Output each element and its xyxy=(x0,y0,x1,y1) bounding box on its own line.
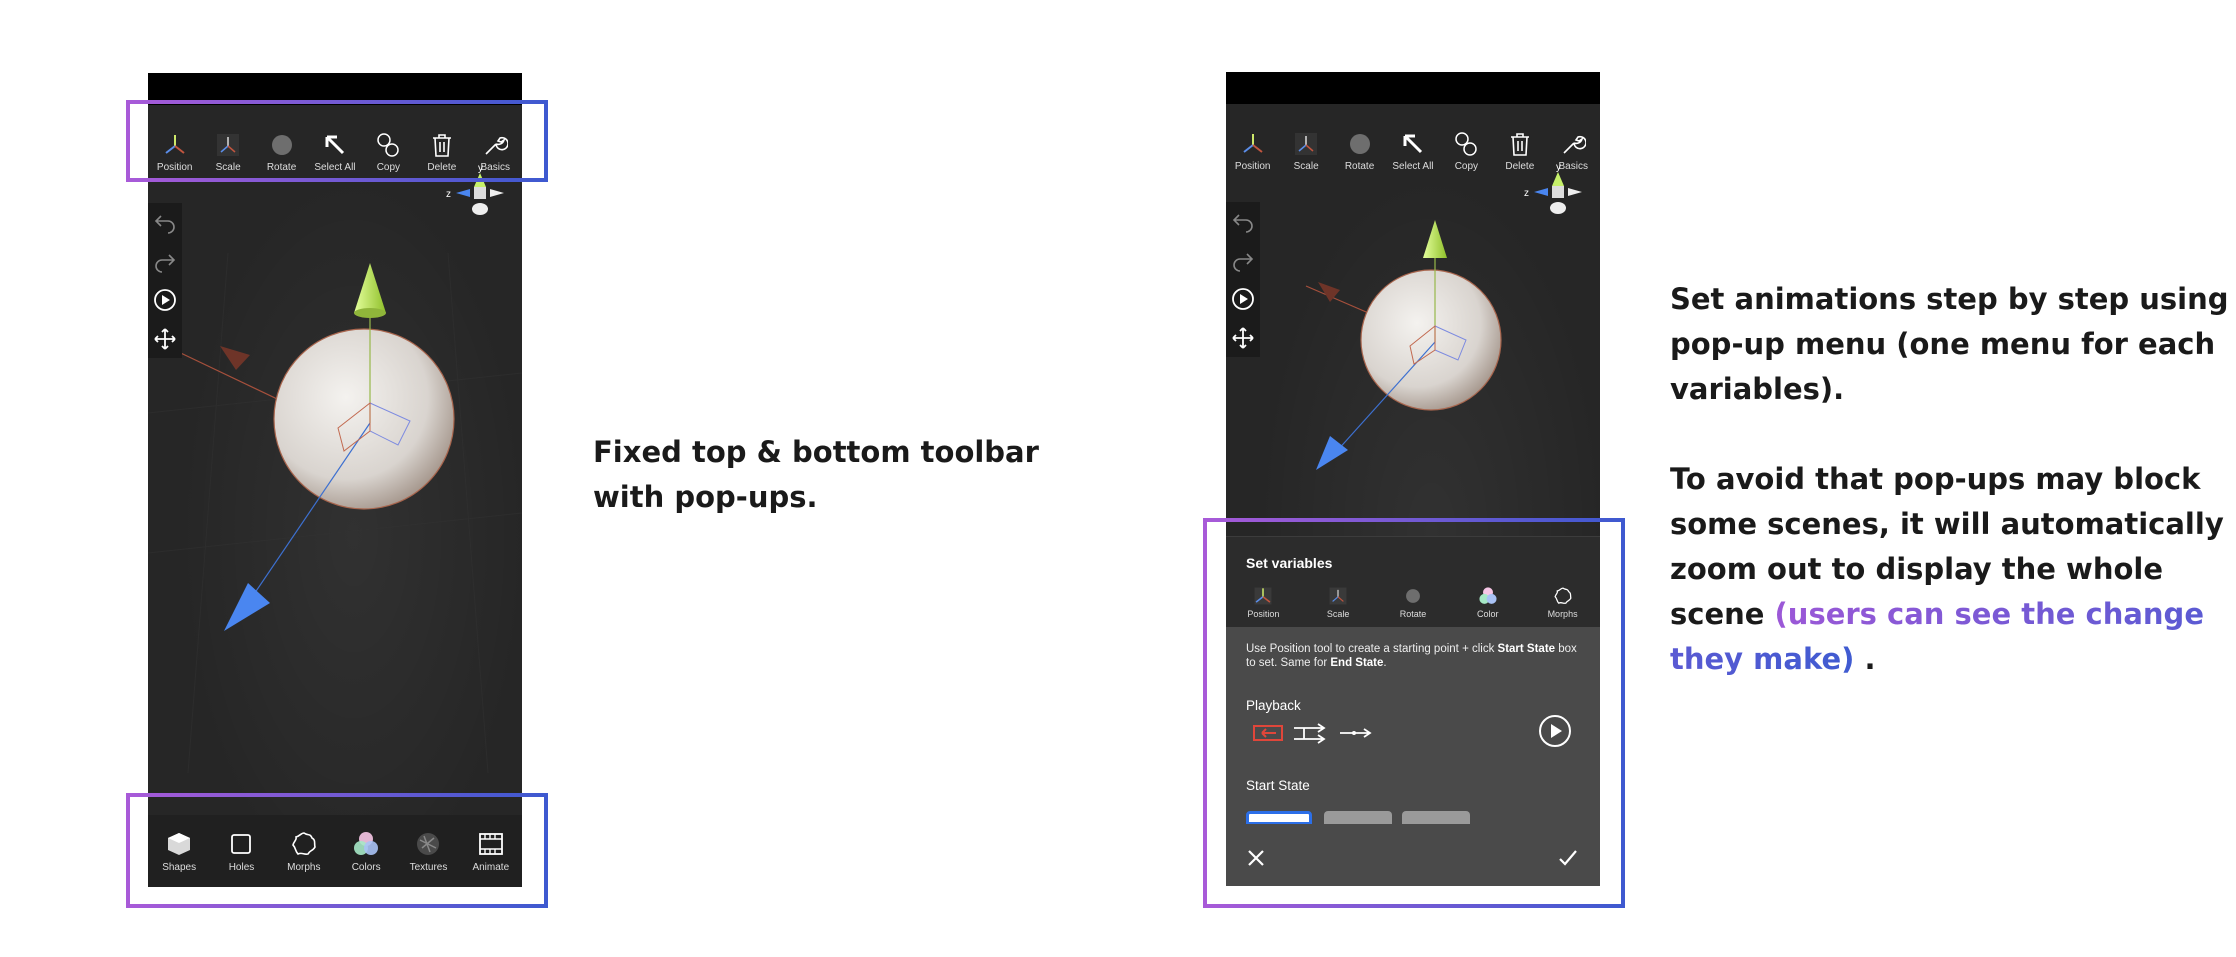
tool-label: Rotate xyxy=(1344,161,1375,172)
tool-label: Position xyxy=(1234,161,1271,172)
orientation-gizmo[interactable]: y z xyxy=(1522,160,1588,230)
rotate-sphere-icon xyxy=(1345,129,1375,159)
caption-right-2-end: . xyxy=(1864,642,1876,676)
highlight-frame-top-toolbar xyxy=(126,100,548,182)
cone-green xyxy=(354,263,386,313)
cone-red xyxy=(220,346,250,370)
caption-right-2: To avoid that pop-ups may block some sce… xyxy=(1670,457,2230,682)
gizmo-z-label: z xyxy=(1524,188,1529,199)
arrow-up-left-icon xyxy=(1398,129,1428,159)
gizmo-y-label: y xyxy=(1556,162,1561,173)
cone-blue xyxy=(224,583,270,631)
move-icon[interactable] xyxy=(151,325,179,353)
undo-icon[interactable] xyxy=(151,208,179,236)
side-toolbar xyxy=(148,203,182,358)
copy-circles-icon xyxy=(1451,129,1481,159)
tool-scale[interactable]: Scale xyxy=(1282,129,1330,172)
highlight-frame-popup xyxy=(1203,518,1625,908)
redo-icon[interactable] xyxy=(1229,246,1257,274)
side-toolbar xyxy=(1226,202,1260,357)
sphere xyxy=(273,328,455,510)
redo-icon[interactable] xyxy=(151,247,179,275)
position-axes-icon xyxy=(1238,129,1268,159)
play-icon[interactable] xyxy=(1229,285,1257,313)
tool-label: Copy xyxy=(1454,161,1479,172)
tool-label: Scale xyxy=(1293,161,1319,172)
gizmo-z-label: z xyxy=(446,189,451,200)
caption-left: Fixed top & bottom toolbar with pop-ups. xyxy=(593,435,1039,514)
undo-icon[interactable] xyxy=(1229,207,1257,235)
cone-blue xyxy=(1316,436,1348,470)
status-bar xyxy=(1226,72,1600,104)
sphere xyxy=(1360,269,1502,411)
phone-screen-left: Position Scale Rotate Select All Copy De… xyxy=(148,73,522,887)
cone-green xyxy=(1423,220,1447,258)
caption-right-1: Set animations step by step using pop-up… xyxy=(1670,282,2229,406)
wrench-icon xyxy=(1558,129,1588,159)
move-icon[interactable] xyxy=(1229,324,1257,352)
scene-objects xyxy=(148,253,522,773)
tool-select-all[interactable]: Select All xyxy=(1389,129,1437,172)
scene-objects xyxy=(1305,220,1502,470)
scale-axes-icon xyxy=(1291,129,1321,159)
trash-icon xyxy=(1505,129,1535,159)
tool-label: Select All xyxy=(1392,161,1434,172)
highlight-frame-bottom-toolbar xyxy=(126,793,548,908)
tool-copy[interactable]: Copy xyxy=(1442,129,1490,172)
tool-rotate[interactable]: Rotate xyxy=(1336,129,1384,172)
play-icon[interactable] xyxy=(151,286,179,314)
tool-position[interactable]: Position xyxy=(1229,129,1277,172)
